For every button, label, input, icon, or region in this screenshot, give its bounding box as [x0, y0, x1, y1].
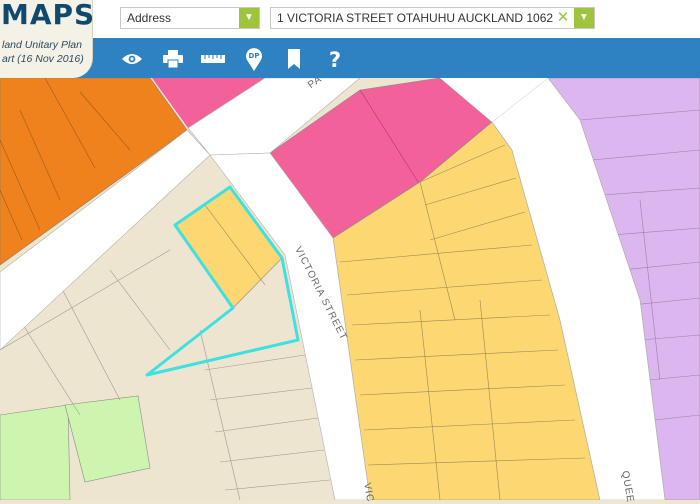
address-search-input[interactable]: 1 VICTORIA STREET OTAHUHU AUCKLAND 1062 …: [270, 7, 595, 29]
app-logo[interactable]: MAPS land Unitary Plan art (16 Nov 2016): [0, 0, 93, 78]
search-type-value: Address: [127, 11, 172, 25]
zone-open-space[interactable]: [0, 404, 71, 500]
chevron-down-icon[interactable]: ▼: [239, 8, 259, 28]
logo-text: MAPS: [1, 0, 93, 31]
map-toolbar: [0, 38, 700, 78]
clear-icon[interactable]: ✕: [556, 8, 570, 28]
view-icon[interactable]: [119, 46, 145, 72]
measure-icon[interactable]: [200, 46, 226, 72]
address-value: 1 VICTORIA STREET OTAHUHU AUCKLAND 1062: [277, 11, 554, 25]
bookmark-icon[interactable]: [281, 46, 307, 72]
dp-label: DP: [249, 52, 260, 60]
logo-subtitle-line2: art (16 Nov 2016): [2, 53, 84, 65]
svg-text:?: ?: [329, 48, 341, 70]
chevron-down-icon[interactable]: ▼: [574, 8, 594, 28]
search-type-select[interactable]: Address ▼: [120, 7, 260, 29]
logo-subtitle-line1: land Unitary Plan: [2, 39, 82, 51]
help-icon[interactable]: ?: [322, 46, 348, 72]
print-icon[interactable]: [160, 46, 186, 72]
dp-pin-icon[interactable]: DP: [241, 46, 267, 72]
